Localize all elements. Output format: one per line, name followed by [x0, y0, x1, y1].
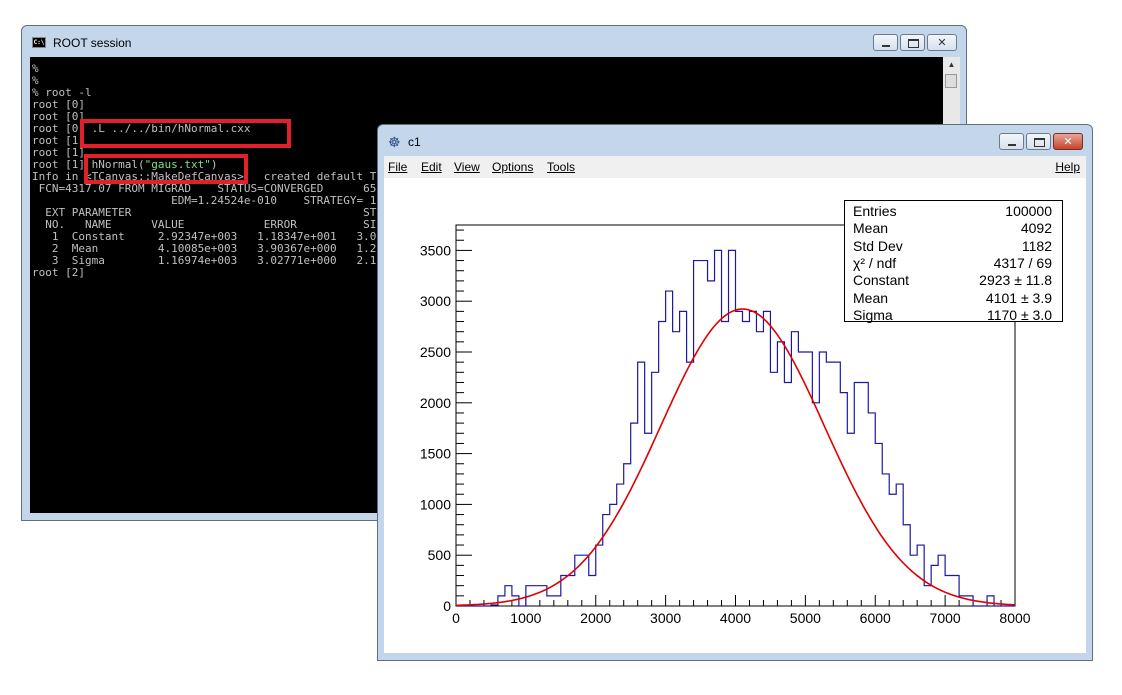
canvas-minimize-button[interactable] [999, 133, 1024, 150]
stats-value: 4101 ± 3.9 [985, 289, 1052, 306]
highlight-run-macro [84, 154, 248, 184]
stats-row: Entries 100000 [853, 203, 1052, 220]
stats-value: 1182 [1021, 237, 1052, 254]
y-tick-label: 2000 [420, 395, 451, 411]
root-canvas-icon: ☸ [388, 134, 401, 150]
stats-label: Mean [853, 289, 889, 306]
stats-value: 2923 ± 11.8 [979, 272, 1052, 289]
console-titlebar[interactable]: C:\ ROOT session ✕ [22, 26, 966, 57]
histogram-canvas[interactable]: 0 1000 2000 3000 4000 5000 6000 7000 8000 0 500 100… [384, 178, 1086, 653]
menu-tools-label: Tools [547, 160, 576, 174]
x-tick-label: 7000 [930, 610, 961, 626]
canvas-close-button[interactable]: ✕ [1053, 133, 1083, 150]
menu-options[interactable]: Options [492, 160, 533, 174]
stats-label: χ² / ndf [853, 254, 897, 271]
canvas-menubar: File Edit View Options Tools Help [384, 156, 1086, 178]
x-tick-label: 1000 [510, 610, 541, 626]
canvas-window: ☸ c1 ✕ File Edit View Options Tools Help… [377, 124, 1093, 661]
highlight-load-macro [80, 119, 291, 148]
console-app-icon: C:\ [32, 37, 46, 48]
scroll-thumb[interactable] [945, 74, 957, 88]
canvas-title: c1 [408, 135, 421, 149]
x-tick-label: 0 [452, 610, 460, 626]
stats-box[interactable]: Entries 100000 Mean 4092 Std Dev 1182 χ² / ndf… [844, 200, 1063, 324]
console-title: ROOT session [53, 36, 132, 50]
y-tick-label: 1000 [420, 496, 451, 512]
console-minimize-button[interactable] [873, 34, 898, 51]
menu-edit[interactable]: Edit [421, 160, 442, 174]
menu-view[interactable]: View [454, 160, 480, 174]
x-tick-label: 6000 [860, 610, 891, 626]
y-tick-label: 3500 [420, 242, 451, 258]
stats-row: Sigma 1170 ± 3.0 [853, 307, 1052, 324]
close-icon: ✕ [1063, 135, 1073, 148]
stats-value: 1170 ± 3.0 [986, 306, 1052, 323]
stats-label: Mean [853, 220, 889, 237]
stats-row: χ² / ndf 4317 / 69 [853, 255, 1052, 272]
menu-view-label: View [454, 160, 480, 174]
console-maximize-button[interactable] [900, 34, 925, 51]
gaussian-fit-curve [455, 308, 1015, 607]
stats-row: Mean 4101 ± 3.9 [853, 290, 1052, 307]
canvas-maximize-button[interactable] [1026, 133, 1051, 150]
canvas-titlebar[interactable]: ☸ c1 ✕ [378, 125, 1092, 156]
stats-label: Constant [853, 272, 910, 289]
stats-row: Mean 4092 [853, 220, 1052, 237]
stats-label: Std Dev [853, 237, 903, 254]
menu-edit-label: Edit [421, 160, 442, 174]
x-tick-label: 4000 [720, 610, 751, 626]
x-tick-label: 5000 [790, 610, 821, 626]
x-tick-label: 2000 [580, 610, 611, 626]
y-tick-label: 1500 [420, 446, 451, 462]
stats-value: 4092 [1020, 220, 1052, 237]
stats-value: 100000 [1005, 203, 1052, 219]
stats-value: 4317 / 69 [993, 254, 1052, 271]
close-icon: ✕ [937, 36, 947, 49]
menu-help[interactable]: Help [1055, 160, 1080, 174]
scroll-up-arrow-icon[interactable]: ▲ [945, 59, 958, 71]
menu-file[interactable]: File [388, 160, 407, 174]
stats-row: Constant 2923 ± 11.8 [853, 272, 1052, 289]
stats-label: Entries [853, 203, 897, 219]
menu-file-label: File [388, 160, 408, 174]
y-tick-label: 3000 [420, 293, 451, 309]
console-close-button[interactable]: ✕ [927, 34, 957, 51]
terminal-line: root [2] [32, 266, 85, 279]
menu-tools[interactable]: Tools [547, 160, 575, 174]
y-tick-label: 2500 [420, 344, 451, 360]
x-tick-label: 3000 [650, 610, 681, 626]
menu-options-label: Options [492, 160, 534, 174]
stats-label: Sigma [853, 306, 893, 323]
stats-row: Std Dev 1182 [853, 238, 1052, 255]
x-tick-label: 8000 [999, 610, 1030, 626]
y-tick-label: 500 [428, 547, 452, 563]
menu-help-label: Help [1055, 160, 1080, 174]
y-tick-label: 0 [443, 598, 451, 614]
